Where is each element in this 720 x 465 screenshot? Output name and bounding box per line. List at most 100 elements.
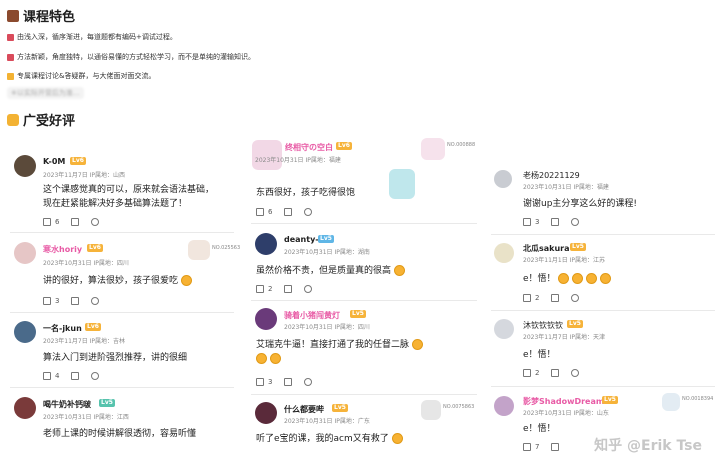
divider (491, 234, 715, 235)
avatar[interactable] (255, 402, 277, 424)
like-icon[interactable] (523, 443, 531, 451)
comment-icon[interactable] (571, 294, 580, 302)
level-badge: Lv5 (570, 243, 586, 251)
divider (10, 387, 234, 388)
review-text: 谢谢up主分享这么好的课程! (523, 199, 638, 209)
like-icon[interactable] (523, 218, 531, 226)
review-username[interactable]: 北瓜sakura (523, 243, 570, 254)
review-username[interactable]: 什么都要哔 (284, 404, 324, 415)
review-username[interactable]: deanty- (284, 235, 319, 244)
review-text: 虽然价格不贵，但是质量真的很高 (256, 264, 405, 278)
review-text: 老师上课的时候讲解很透彻，容易听懂 (43, 429, 197, 439)
review-username[interactable]: 寒水horiy (43, 244, 82, 255)
feature-item: 由浅入深，循序渐进，每道题都有编码+调试过程。 (7, 32, 177, 42)
dislike-icon[interactable] (551, 443, 560, 451)
like-icon[interactable] (256, 378, 264, 386)
comment-icon[interactable] (91, 372, 100, 380)
fan-badge-sticker (662, 393, 680, 411)
emoji-icon (586, 273, 598, 284)
review-text: e！悟！ (523, 350, 556, 360)
avatar[interactable] (255, 233, 277, 255)
dislike-icon[interactable] (71, 218, 80, 226)
comment-icon[interactable] (91, 297, 100, 305)
divider (251, 223, 477, 224)
dislike-icon[interactable] (551, 369, 560, 377)
avatar[interactable] (494, 396, 514, 416)
like-icon[interactable] (523, 294, 531, 302)
avatar[interactable] (494, 243, 514, 263)
fan-badge-number: NO.0018394 (682, 396, 714, 402)
review-username[interactable]: 影梦ShadowDream (523, 396, 604, 407)
features-title: 课程特色 (23, 10, 76, 25)
avatar[interactable] (255, 308, 277, 330)
review-actions: 2 (256, 285, 313, 293)
level-badge: Lv5 (99, 399, 115, 407)
like-icon[interactable] (523, 369, 531, 377)
comment-icon[interactable] (571, 369, 580, 377)
review-meta: 2023年11月7日 IP属地：山西 (43, 172, 126, 179)
thumbs-up-icon (7, 72, 14, 80)
level-badge: Lv6 (70, 157, 86, 165)
dislike-icon[interactable] (284, 285, 293, 293)
avatar[interactable] (14, 397, 36, 419)
dislike-icon[interactable] (71, 372, 80, 380)
avatar[interactable] (14, 321, 36, 343)
level-badge: Lv5 (318, 235, 334, 243)
review-text: 艾瑞克牛逼！直接打通了我的任督二脉 (256, 338, 474, 366)
level-badge: Lv5 (350, 310, 366, 318)
review-username[interactable]: 喝牛奶补钙啵 (43, 399, 91, 410)
review-meta: 2023年10月31日 IP属地：四川 (43, 260, 129, 267)
review-actions: 3 (523, 218, 580, 226)
review-username[interactable]: 沐钦钦钦钦 (523, 320, 563, 331)
review-username[interactable]: K-0M (43, 157, 65, 166)
like-icon[interactable] (256, 208, 264, 216)
review-username[interactable]: 一名-jkun (43, 323, 82, 334)
comment-icon[interactable] (571, 218, 580, 226)
features-heading: 课程特色 (7, 6, 75, 25)
emoji-icon (411, 339, 423, 350)
review-username[interactable]: 老杨20221129 (523, 170, 580, 181)
review-actions: 2 (523, 369, 580, 377)
like-icon[interactable] (43, 297, 51, 305)
comment-icon[interactable] (304, 285, 313, 293)
review-meta: 2023年11月1日 IP属地：江苏 (523, 257, 606, 264)
avatar[interactable] (494, 170, 512, 188)
comment-icon[interactable] (304, 378, 313, 386)
divider (251, 394, 477, 395)
feature-item: 专属课程讨论&答疑群，与大佬面对面交流。 (7, 71, 155, 81)
review-meta: 2023年10月31日 IP属地：广东 (284, 418, 370, 425)
review-username[interactable]: 终相守の空白 (285, 142, 333, 153)
comment-icon[interactable] (91, 218, 100, 226)
fan-badge-sticker (188, 240, 210, 260)
dislike-icon[interactable] (284, 208, 293, 216)
review-username[interactable]: 骑着小猪闯黄灯 (284, 310, 340, 321)
review-meta: 2023年11月7日 IP属地：天津 (523, 334, 606, 341)
review-meta: 2023年10月31日 IP属地：福建 (523, 184, 609, 191)
thumbs-up-icon (7, 113, 19, 126)
dislike-icon[interactable] (551, 294, 560, 302)
review-text: 听了e宝的课，我的acm又有救了 (256, 432, 403, 446)
dislike-icon[interactable] (284, 378, 293, 386)
divider (491, 310, 715, 311)
review-text: e！悟！ (523, 424, 556, 434)
avatar[interactable] (14, 242, 36, 264)
dislike-icon[interactable] (551, 218, 560, 226)
avatar[interactable] (14, 155, 36, 177)
review-meta: 2023年10月31日 IP属地：福建 (255, 157, 341, 164)
reviews-title: 广受好评 (23, 114, 76, 129)
review-text: 讲的很好，算法很妙，孩子很爱吃 (43, 274, 192, 288)
review-actions: 3 (43, 297, 100, 305)
comment-icon[interactable] (304, 208, 313, 216)
like-icon[interactable] (256, 285, 264, 293)
emoji-icon (269, 353, 281, 364)
review-card-col1: K-0M Lv6 2023年11月7日 IP属地：山西 这个课感觉真的可以，原来… (5, 146, 240, 465)
like-icon[interactable] (43, 372, 51, 380)
fan-badge-number: NO.000888 (447, 142, 476, 148)
like-icon[interactable] (43, 218, 51, 226)
level-badge: Lv6 (87, 244, 103, 252)
level-badge: Lv5 (602, 396, 618, 404)
dislike-icon[interactable] (71, 297, 80, 305)
avatar[interactable] (494, 319, 514, 339)
level-badge: Lv5 (332, 404, 348, 412)
review-card-col2: 终相守の空白 Lv6 NO.000888 2023年10月31日 IP属地：福建… (246, 136, 480, 465)
